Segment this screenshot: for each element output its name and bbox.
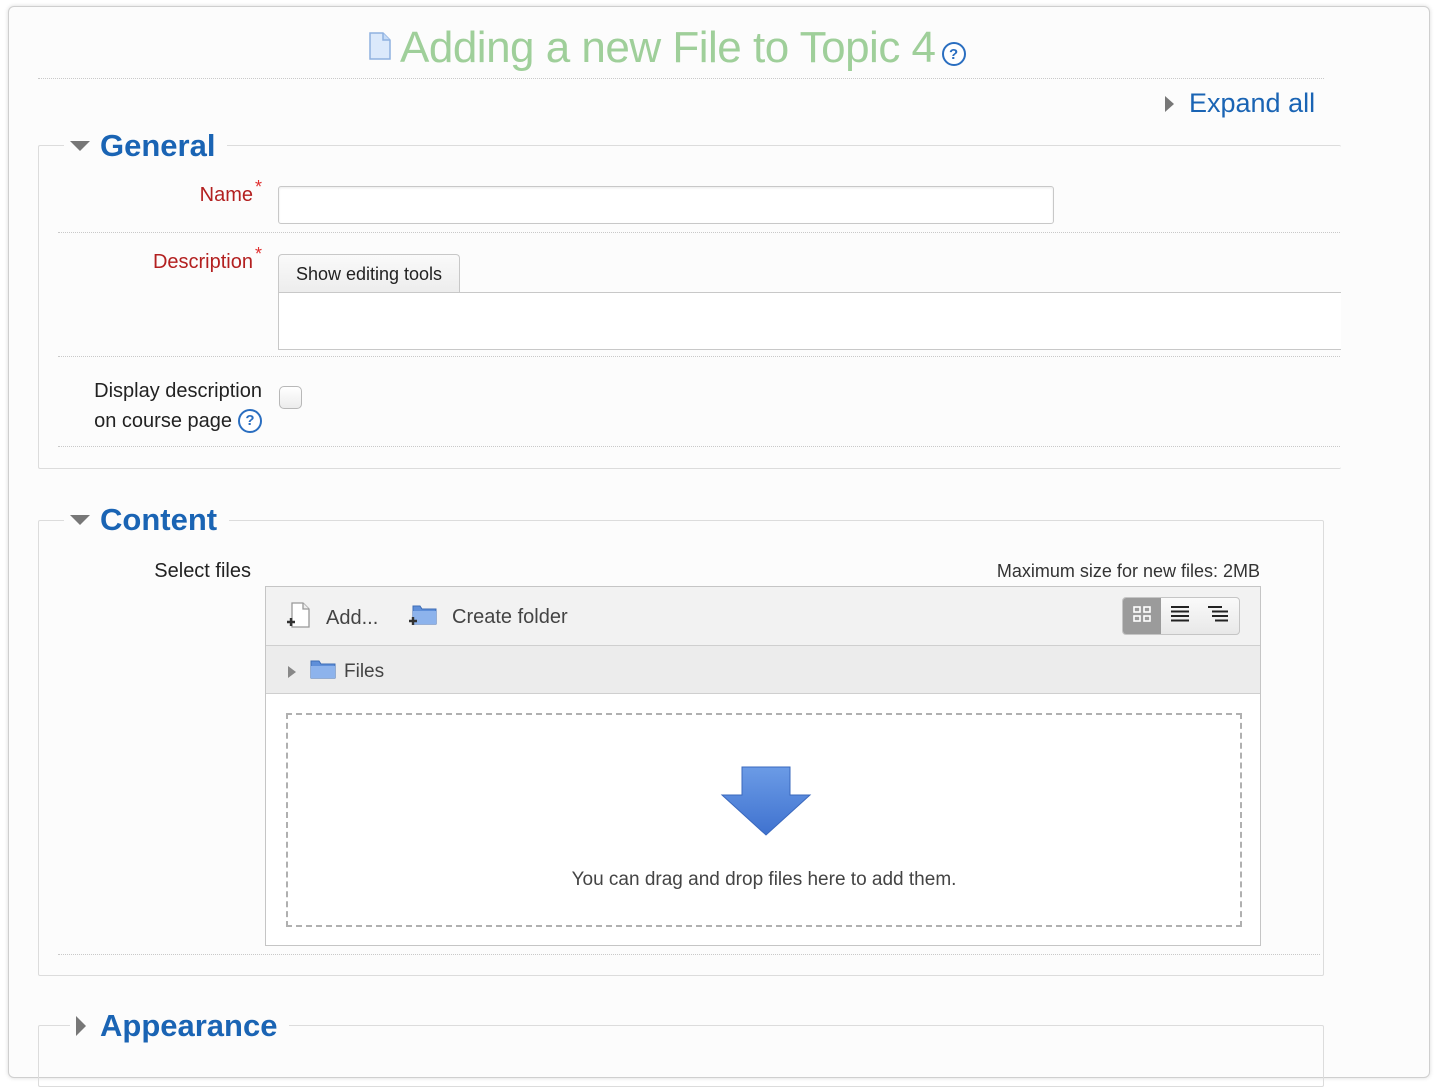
expand-triangle-icon xyxy=(76,1016,86,1036)
add-file-button[interactable]: Add... xyxy=(286,601,378,635)
file-icon xyxy=(368,31,392,66)
show-editing-tools-tab[interactable]: Show editing tools xyxy=(278,254,460,294)
content-legend-label: Content xyxy=(100,502,218,537)
file-manager-toolbar: Add... Create folder xyxy=(266,587,1260,646)
general-legend[interactable]: General xyxy=(64,126,228,166)
help-icon[interactable]: ? xyxy=(238,409,262,433)
required-icon: * xyxy=(254,177,262,197)
required-icon: * xyxy=(254,244,262,264)
content-legend[interactable]: Content xyxy=(64,500,230,540)
display-description-checkbox[interactable] xyxy=(279,386,302,409)
add-file-label: Add... xyxy=(326,606,379,629)
row-divider xyxy=(58,356,1340,357)
drop-zone[interactable]: You can drag and drop files here to add … xyxy=(286,713,1242,927)
display-description-label: Display description on course page ? xyxy=(40,376,262,436)
expand-all-label: Expand all xyxy=(1189,88,1316,118)
page-heading: Adding a new File to Topic 4 ? xyxy=(368,20,966,76)
general-legend-label: General xyxy=(100,128,216,163)
row-divider xyxy=(58,232,1340,233)
icon-view-icon xyxy=(1132,605,1152,628)
view-switcher xyxy=(1122,597,1240,635)
file-manager: Add... Create folder Files You can drag … xyxy=(265,586,1261,946)
collapse-triangle-icon xyxy=(70,141,90,151)
max-size-text: Maximum size for new files: 2MB xyxy=(996,561,1260,581)
title-divider xyxy=(38,78,1324,79)
folder-icon xyxy=(310,658,336,686)
page-title: Adding a new File to Topic 4 xyxy=(400,23,936,72)
list-view-button[interactable] xyxy=(1161,598,1199,634)
collapse-triangle-icon xyxy=(70,515,90,525)
file-path-bar: Files xyxy=(266,646,1260,694)
description-label: Description * xyxy=(100,244,262,274)
name-label: Name * xyxy=(120,177,262,207)
add-file-icon xyxy=(286,601,312,635)
appearance-legend[interactable]: Appearance xyxy=(70,1006,290,1046)
row-divider xyxy=(58,954,1320,955)
icon-view-button[interactable] xyxy=(1123,598,1161,634)
expand-triangle-icon xyxy=(1165,95,1174,112)
description-editor[interactable] xyxy=(278,292,1341,350)
row-divider xyxy=(58,446,1340,447)
help-icon[interactable]: ? xyxy=(941,42,966,66)
down-arrow-icon xyxy=(720,765,812,842)
create-folder-icon xyxy=(408,600,438,634)
list-view-icon xyxy=(1170,605,1190,628)
create-folder-button[interactable]: Create folder xyxy=(408,600,568,634)
expand-all-link[interactable]: Expand all xyxy=(1165,88,1315,119)
tree-view-icon xyxy=(1207,605,1229,628)
create-folder-label: Create folder xyxy=(452,605,568,628)
display-description-line2: on course page xyxy=(94,410,232,432)
select-files-label: Select files xyxy=(154,560,251,582)
name-label-text: Name xyxy=(199,184,253,206)
tree-view-button[interactable] xyxy=(1199,598,1237,634)
appearance-legend-label: Appearance xyxy=(100,1008,278,1043)
files-folder-label: Files xyxy=(344,661,385,682)
display-description-line1: Display description xyxy=(94,380,262,402)
description-label-text: Description xyxy=(152,251,253,273)
name-input[interactable] xyxy=(278,186,1054,224)
files-folder-node[interactable]: Files xyxy=(288,658,384,686)
expand-node-icon xyxy=(288,666,296,678)
drop-hint-text: You can drag and drop files here to add … xyxy=(571,869,957,890)
